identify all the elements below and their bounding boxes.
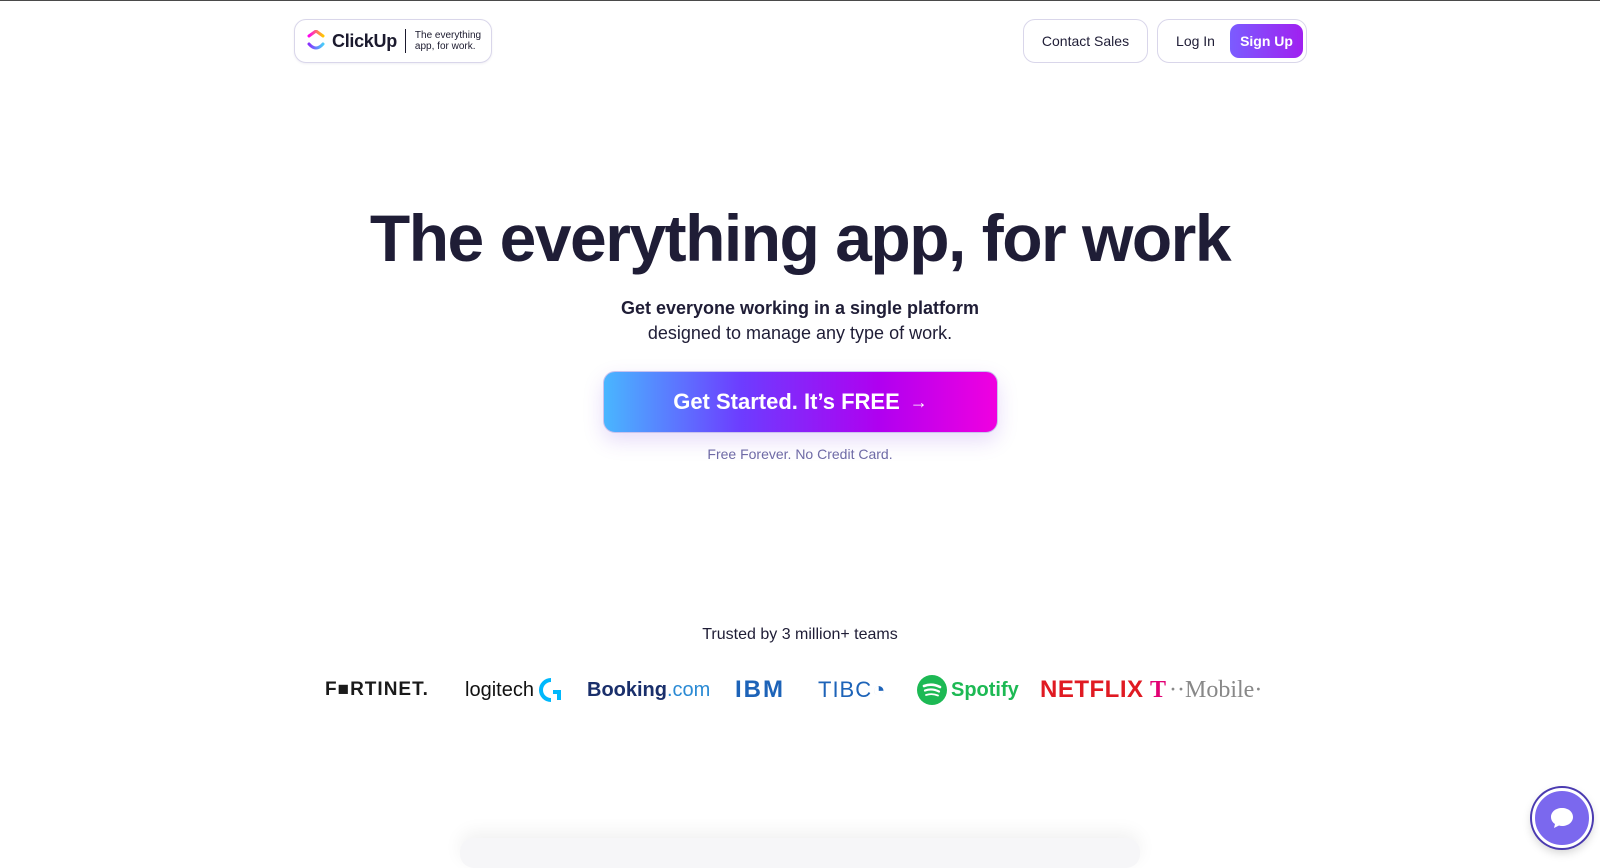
hero-subtitle-normal: designed to manage any type of work.	[647, 323, 953, 343]
spotify-wordmark: Spotify	[951, 678, 1019, 701]
tibco-logo: TIBC◔	[818, 677, 887, 702]
booking-wordmark: Booking	[587, 678, 667, 701]
booking-domain: .com	[667, 678, 711, 701]
tmobile-logo: T ··Mobile·	[1150, 670, 1262, 710]
chat-widget-button[interactable]	[1532, 788, 1592, 848]
trusted-heading: Trusted by 3 million+ teams	[702, 626, 898, 643]
booking-logo: Booking .com	[587, 670, 710, 710]
netflix-logo: NETFLIX	[1040, 676, 1144, 703]
hero-title: The everything app, for work	[369, 201, 1232, 275]
signup-button[interactable]: Sign Up	[1230, 24, 1303, 58]
logitech-logo: logitech	[465, 670, 564, 710]
tmobile-wordmark: ··Mobile·	[1169, 676, 1263, 703]
auth-button-group: Log In Sign Up	[1157, 19, 1307, 63]
login-button[interactable]: Log In	[1161, 24, 1230, 58]
get-started-label: Get Started. It’s FREE	[673, 389, 900, 414]
product-preview-edge	[460, 838, 1140, 868]
brand-name: ClickUp	[332, 30, 397, 51]
cta-note: Free Forever. No Credit Card.	[707, 446, 893, 462]
contact-sales-button[interactable]: Contact Sales	[1023, 19, 1148, 63]
customer-logos: F■RTINET. logitech Booking .com IBM TIBC◔…	[0, 670, 1600, 710]
clickup-logo-icon	[307, 30, 325, 50]
hero-subtitle-bold: Get everyone working in a single platfor…	[620, 298, 980, 318]
site-header: ClickUp The everything app, for work. Co…	[0, 0, 1600, 80]
brand-divider	[404, 29, 406, 53]
spotify-logo: Spotify	[917, 670, 1019, 710]
arrow-right-icon: →	[909, 391, 928, 412]
tmobile-t: T	[1150, 676, 1167, 703]
hero-subtitle: Get everyone working in a single platfor…	[0, 296, 1600, 346]
ibm-logo: IBM	[735, 676, 785, 703]
spotify-icon	[917, 675, 947, 705]
fortinet-logo: F■RTINET.	[325, 679, 429, 700]
brand-home-link[interactable]: ClickUp The everything app, for work.	[294, 19, 492, 63]
logitech-g-icon	[538, 678, 561, 702]
chat-bubble-icon	[1551, 808, 1573, 828]
get-started-button[interactable]: Get Started. It’s FREE →	[603, 371, 998, 433]
logitech-wordmark: logitech	[465, 678, 534, 701]
brand-tagline: The everything app, for work.	[414, 30, 482, 52]
